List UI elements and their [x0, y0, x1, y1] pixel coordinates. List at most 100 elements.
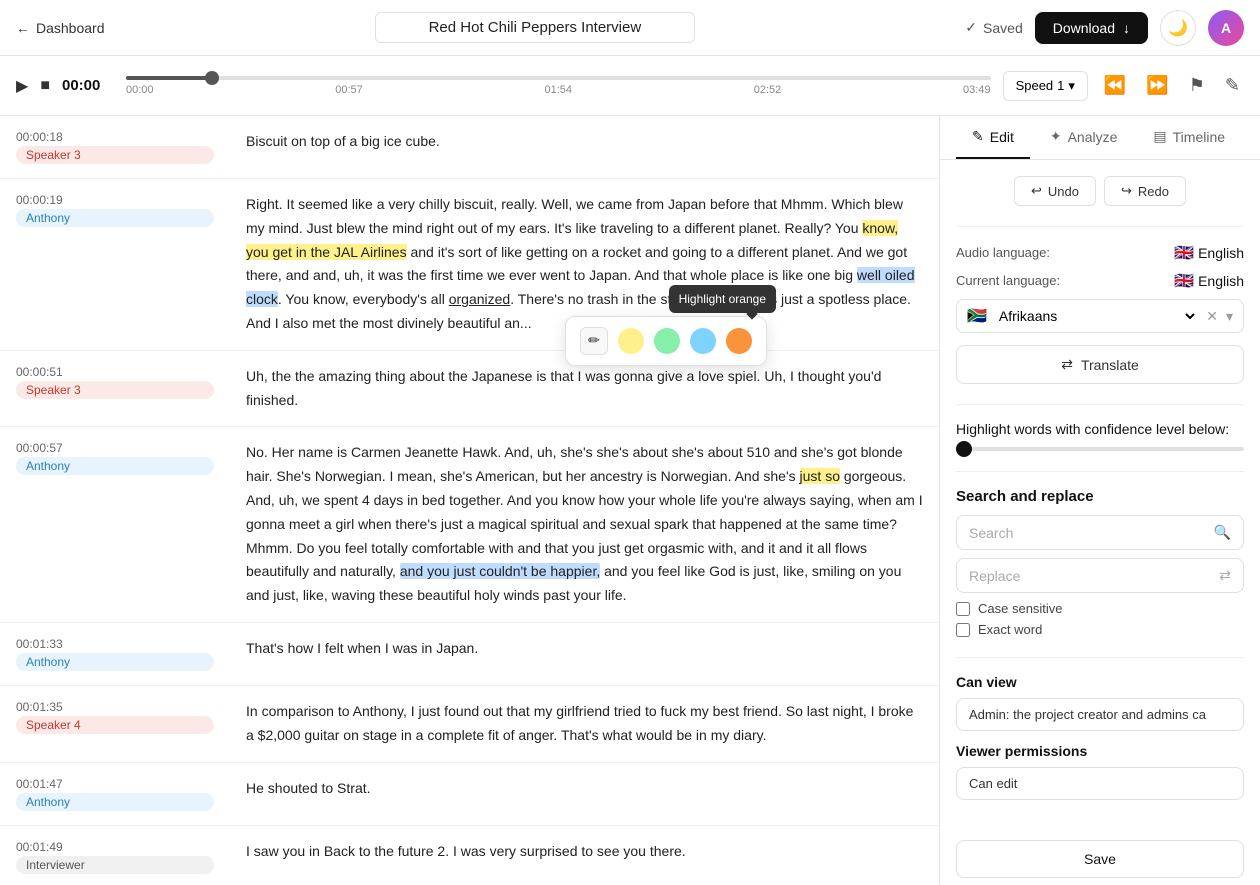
- current-language-value: 🇬🇧 English: [1174, 271, 1244, 291]
- exact-word-checkbox[interactable]: [956, 623, 970, 637]
- cyan-highlight-button[interactable]: [690, 328, 716, 354]
- speaker-badge: Anthony: [16, 653, 214, 671]
- search-replace-section: Search and replace 🔍 ⇄ Case sensitive Ex…: [956, 488, 1244, 637]
- case-sensitive-checkbox[interactable]: [956, 602, 970, 616]
- download-label: Download: [1053, 20, 1115, 36]
- green-highlight-button[interactable]: [654, 328, 680, 354]
- title-area: [117, 12, 954, 43]
- can-view-select[interactable]: Admin: the project creator and admins ca…: [956, 698, 1244, 731]
- selected-lang-flag: 🇿🇦: [967, 306, 987, 326]
- speaker-badge: Anthony: [16, 457, 214, 475]
- speed-control[interactable]: Speed 1 ▾: [1003, 71, 1088, 101]
- edit-mode-button[interactable]: ✎: [1221, 71, 1244, 100]
- marker-0: 00:00: [126, 84, 154, 96]
- timestamp: 00:00:18: [16, 130, 214, 144]
- popup-tooltip: Highlight orange: [669, 285, 776, 313]
- marker-4: 03:49: [963, 84, 991, 96]
- rewind-10-button[interactable]: ⏪: [1100, 71, 1130, 100]
- row-content[interactable]: I saw you in Back to the future 2. I was…: [230, 826, 939, 885]
- yellow-highlight-button[interactable]: [618, 328, 644, 354]
- row-meta: 00:01:33 Anthony: [0, 623, 230, 685]
- transcript-panel: 00:00:18 Speaker 3 Biscuit on top of a b…: [0, 116, 940, 885]
- orange-highlight-button[interactable]: [726, 328, 752, 354]
- theme-toggle-button[interactable]: 🌙: [1160, 10, 1196, 46]
- search-input[interactable]: [969, 525, 1206, 541]
- sidebar-panel: ✎ Edit ✦ Analyze ▤ Timeline ↩ Undo ↪: [940, 116, 1260, 885]
- tab-analyze-label: Analyze: [1068, 129, 1118, 145]
- row-content[interactable]: Biscuit on top of a big ice cube.: [230, 116, 939, 178]
- audio-language-value: 🇬🇧 English: [1174, 243, 1244, 263]
- viewer-permissions-select[interactable]: Can edit Can view Can comment: [956, 767, 1244, 800]
- redo-icon: ↪: [1121, 183, 1132, 199]
- undo-button[interactable]: ↩ Undo: [1014, 176, 1096, 206]
- progress-bar[interactable]: 00:00 00:57 01:54 02:52 03:49: [126, 66, 991, 106]
- table-row: 00:00:18 Speaker 3 Biscuit on top of a b…: [0, 116, 939, 179]
- row-content[interactable]: No. Her name is Carmen Jeanette Hawk. An…: [230, 427, 939, 622]
- row-meta: 00:00:51 Speaker 3: [0, 351, 230, 427]
- speed-label: Speed: [1016, 78, 1054, 93]
- row-content[interactable]: He shouted to Strat.: [230, 763, 939, 825]
- search-input-wrap: 🔍: [956, 515, 1244, 550]
- highlight-text: and you just couldn't be happier,: [400, 563, 600, 579]
- clear-language-button[interactable]: ✕: [1206, 308, 1218, 325]
- confidence-slider-track: [956, 447, 1244, 451]
- moon-icon: 🌙: [1168, 18, 1188, 38]
- stop-button[interactable]: ■: [40, 77, 50, 95]
- speaker-badge: Speaker 3: [16, 381, 214, 399]
- flag-button[interactable]: ⚑: [1185, 71, 1209, 100]
- case-sensitive-label: Case sensitive: [978, 601, 1063, 616]
- translate-button[interactable]: ⇄ Translate: [956, 345, 1244, 384]
- audio-flag: 🇬🇧: [1174, 245, 1194, 262]
- permissions-section: Can view Admin: the project creator and …: [956, 674, 1244, 812]
- edit-icon: ✎: [972, 128, 984, 145]
- confidence-section: Highlight words with confidence level be…: [956, 421, 1244, 451]
- row-meta: 00:00:57 Anthony: [0, 427, 230, 622]
- undo-label: Undo: [1048, 184, 1079, 199]
- document-title-input[interactable]: [375, 12, 695, 43]
- tab-analyze[interactable]: ✦ Analyze: [1034, 116, 1134, 159]
- underline-text: organized: [449, 291, 511, 307]
- replace-input[interactable]: [969, 568, 1211, 584]
- current-flag: 🇬🇧: [1174, 273, 1194, 290]
- case-sensitive-row: Case sensitive: [956, 601, 1244, 616]
- sidebar-content: ↩ Undo ↪ Redo Audio language: 🇬🇧 English…: [940, 160, 1260, 885]
- row-content[interactable]: Right. It seemed like a very chilly bisc…: [230, 179, 939, 350]
- tab-timeline[interactable]: ▤ Timeline: [1137, 116, 1241, 159]
- time-markers: 00:00 00:57 01:54 02:52 03:49: [126, 84, 991, 96]
- speaker-badge: Anthony: [16, 793, 214, 811]
- marker-1: 00:57: [335, 84, 363, 96]
- current-language-label: Current language:: [956, 273, 1060, 288]
- save-button[interactable]: Save: [956, 840, 1244, 878]
- highlight-color-popup: Highlight orange ✏: [565, 316, 767, 366]
- redo-button[interactable]: ↪ Redo: [1104, 176, 1186, 206]
- download-button[interactable]: Download ↓: [1035, 12, 1148, 44]
- avatar: A: [1208, 10, 1244, 46]
- speed-value: 1: [1057, 78, 1064, 93]
- audio-language-label: Audio language:: [956, 245, 1050, 260]
- back-label: Dashboard: [36, 20, 105, 36]
- table-row: 00:00:19 Anthony Right. It seemed like a…: [0, 179, 939, 351]
- player-bar: ▶ ■ 00:00 00:00 00:57 01:54 02:52 03:49 …: [0, 56, 1260, 116]
- progress-thumb: [205, 71, 219, 85]
- play-button[interactable]: ▶: [16, 76, 28, 96]
- row-content[interactable]: That's how I felt when I was in Japan.: [230, 623, 939, 685]
- erase-highlight-button[interactable]: ✏: [580, 327, 608, 355]
- language-dropdown[interactable]: Afrikaans English Spanish French: [995, 307, 1198, 325]
- timestamp: 00:01:47: [16, 777, 214, 791]
- table-row: 00:00:51 Speaker 3 Uh, the the amazing t…: [0, 351, 939, 428]
- timestamp: 00:00:19: [16, 193, 214, 207]
- undo-redo-bar: ↩ Undo ↪ Redo: [956, 176, 1244, 206]
- tab-edit[interactable]: ✎ Edit: [956, 116, 1030, 159]
- table-row: 00:01:35 Speaker 4 In comparison to Anth…: [0, 686, 939, 763]
- row-content[interactable]: In comparison to Anthony, I just found o…: [230, 686, 939, 762]
- save-label: Save: [1084, 851, 1116, 867]
- timestamp: 00:01:33: [16, 637, 214, 651]
- translate-label: Translate: [1081, 357, 1139, 373]
- back-button[interactable]: ← Dashboard: [16, 20, 105, 36]
- row-meta: 00:01:47 Anthony: [0, 763, 230, 825]
- language-selector[interactable]: 🇿🇦 Afrikaans English Spanish French ✕ ▾: [956, 299, 1244, 333]
- analyze-icon: ✦: [1050, 128, 1062, 145]
- forward-10-button[interactable]: ⏩: [1142, 71, 1172, 100]
- progress-fill: [126, 76, 212, 80]
- timestamp: 00:00:57: [16, 441, 214, 455]
